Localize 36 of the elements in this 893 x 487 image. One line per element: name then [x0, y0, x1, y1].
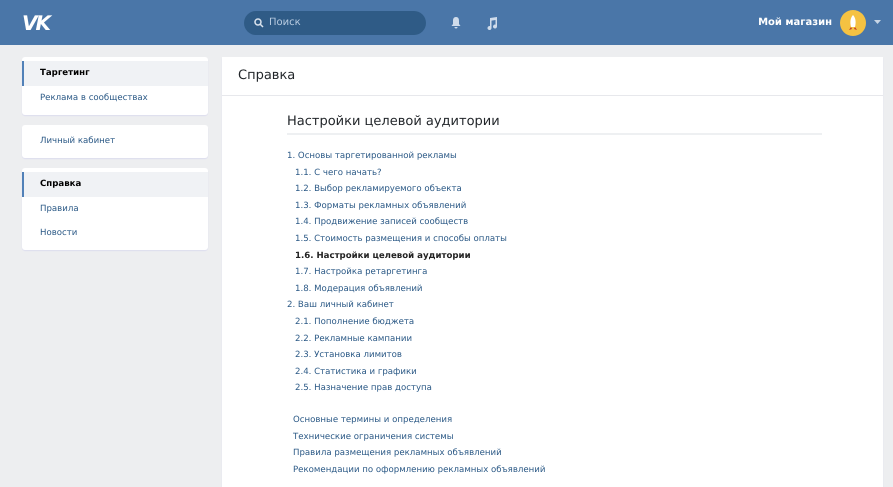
help-link[interactable]: Правила размещения рекламных объявлений: [293, 445, 821, 462]
avatar[interactable]: [840, 10, 866, 36]
sidebar-item[interactable]: Личный кабинет: [22, 128, 208, 154]
toc-link[interactable]: 2. Ваш личный кабинет: [287, 297, 821, 314]
user-name[interactable]: Мой магазин: [758, 15, 832, 30]
sidebar-item[interactable]: Правила: [22, 196, 208, 222]
toc-link[interactable]: 1.5. Стоимость размещения и способы оплаты: [287, 231, 821, 248]
toc-link[interactable]: 1.3. Форматы рекламных объявлений: [287, 198, 821, 214]
toc-link[interactable]: 2.3. Установка лимитов: [287, 347, 821, 364]
search-field[interactable]: Поиск: [269, 15, 409, 30]
toc-link[interactable]: 2.5. Назначение прав доступа: [287, 380, 821, 397]
logo[interactable]: VK: [22, 8, 222, 38]
toc-link[interactable]: 1.6. Настройки целевой аудитории: [287, 248, 821, 264]
toc-link[interactable]: 1.7. Настройка ретаргетинга: [287, 264, 821, 281]
search-icon: [254, 18, 264, 28]
toc-link[interactable]: 2.1. Пополнение бюджета: [287, 314, 821, 331]
toc-link[interactable]: 2.4. Статистика и графики: [287, 364, 821, 380]
toc-link[interactable]: 2.2. Рекламные кампании: [287, 330, 821, 348]
toc-link[interactable]: 1.8. Модерация объявлений: [287, 280, 821, 298]
sidebar-item[interactable]: Таргетинг: [22, 61, 208, 86]
help-link[interactable]: Технические ограничения системы: [293, 428, 821, 446]
search-field[interactable]: Поиск: [244, 10, 426, 34]
toc-link[interactable]: 1.1. С чего начать?: [287, 164, 821, 182]
help-link[interactable]: Основные термины и определения: [293, 412, 821, 429]
section-heading: Настройки целевой аудитории: [287, 112, 822, 136]
toc-link[interactable]: 1.2. Выбор рекламируемого объекта: [287, 181, 821, 198]
sidebar-item[interactable]: Новости: [22, 221, 208, 246]
music-icon[interactable]: [486, 16, 498, 30]
toc-link[interactable]: 1. Основы таргетированной рекламы: [287, 148, 821, 165]
sidebar-item[interactable]: Справка: [22, 172, 208, 197]
page-title: Справка: [222, 57, 883, 96]
toc-link[interactable]: 1.4. Продвижение записей сообществ: [287, 214, 821, 232]
help-link[interactable]: Рекомендации по оформлению рекламных объявлений: [293, 462, 821, 478]
caret-icon[interactable]: [874, 20, 881, 25]
sidebar-item[interactable]: Реклама в сообществах: [22, 86, 208, 111]
bell-icon[interactable]: [450, 16, 462, 29]
